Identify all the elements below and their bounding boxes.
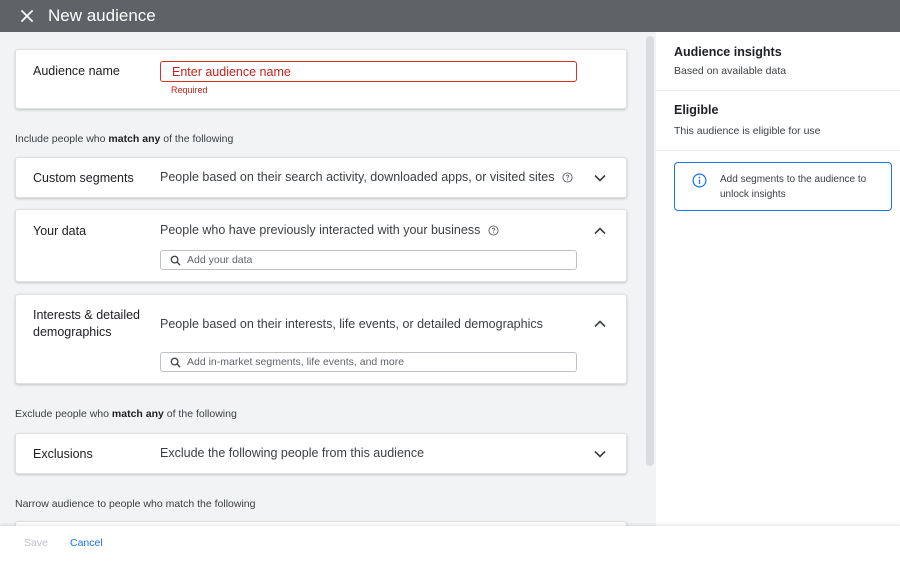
chevron-down-icon [594, 174, 606, 182]
your-data-label: Your data [33, 224, 87, 238]
custom-segments-description: People based on their search activity, d… [160, 170, 573, 184]
interests-search-box[interactable] [160, 352, 577, 372]
your-data-description: People who have previously interacted wi… [160, 223, 499, 237]
chevron-up-icon [594, 320, 606, 328]
search-icon [170, 357, 181, 368]
exclusions-card[interactable]: Exclusions Exclude the following people … [15, 433, 627, 474]
scrollbar[interactable] [646, 36, 654, 466]
interests-search-input[interactable] [187, 356, 567, 368]
insights-info-box: Add segments to the audience to unlock i… [674, 162, 892, 211]
your-data-search-box[interactable] [160, 250, 577, 270]
bottom-action-bar: Save Cancel [0, 526, 900, 562]
expand-chevron-button[interactable] [590, 444, 610, 464]
info-text: Add segments to the audience to unlock i… [720, 174, 867, 200]
your-data-card: Your data People who have previously int… [15, 209, 627, 282]
expand-chevron-button[interactable] [590, 168, 610, 188]
page-title: New audience [48, 6, 156, 25]
eligible-subtitle: This audience is eligible for use [674, 125, 821, 137]
save-button[interactable]: Save [24, 537, 48, 549]
audience-name-label: Audience name [33, 64, 120, 78]
collapse-chevron-button[interactable] [590, 221, 610, 241]
cancel-button[interactable]: Cancel [70, 537, 103, 549]
help-icon[interactable] [488, 224, 499, 236]
audience-insights-panel: Audience insights Based on available dat… [656, 32, 900, 526]
exclude-section-heading: Exclude people who match any of the foll… [15, 408, 237, 420]
chevron-down-icon [594, 450, 606, 458]
your-data-search-input[interactable] [187, 254, 567, 266]
interests-demographics-label: Interests & detailed demographics [33, 308, 141, 339]
audience-name-input[interactable] [160, 61, 577, 82]
top-bar: New audience [0, 0, 900, 32]
audience-name-card: Audience name Required [15, 49, 627, 109]
required-error-text: Required [171, 85, 208, 95]
chevron-up-icon [594, 227, 606, 235]
info-icon [692, 173, 707, 188]
main-content: Audience name Required Include people wh… [0, 32, 645, 526]
insights-subtitle: Based on available data [674, 65, 787, 77]
narrow-section-heading: Narrow audience to people who match the … [15, 498, 256, 510]
custom-segments-card[interactable]: Custom segments People based on their se… [15, 157, 627, 198]
interests-description: People based on their interests, life ev… [160, 317, 543, 331]
help-icon[interactable] [562, 171, 573, 183]
exclusions-description: Exclude the following people from this a… [160, 446, 425, 460]
divider [656, 90, 900, 91]
include-section-heading: Include people who match any of the foll… [15, 133, 234, 145]
divider [656, 150, 900, 151]
custom-segments-label: Custom segments [33, 171, 134, 185]
collapse-chevron-button[interactable] [590, 314, 610, 334]
insights-title: Audience insights [674, 45, 782, 59]
close-icon [21, 10, 33, 22]
exclusions-label: Exclusions [33, 447, 93, 461]
search-icon [170, 255, 181, 266]
eligible-title: Eligible [674, 103, 719, 117]
interests-demographics-card: Interests & detailed demographics People… [15, 294, 627, 384]
close-button[interactable] [14, 3, 40, 29]
